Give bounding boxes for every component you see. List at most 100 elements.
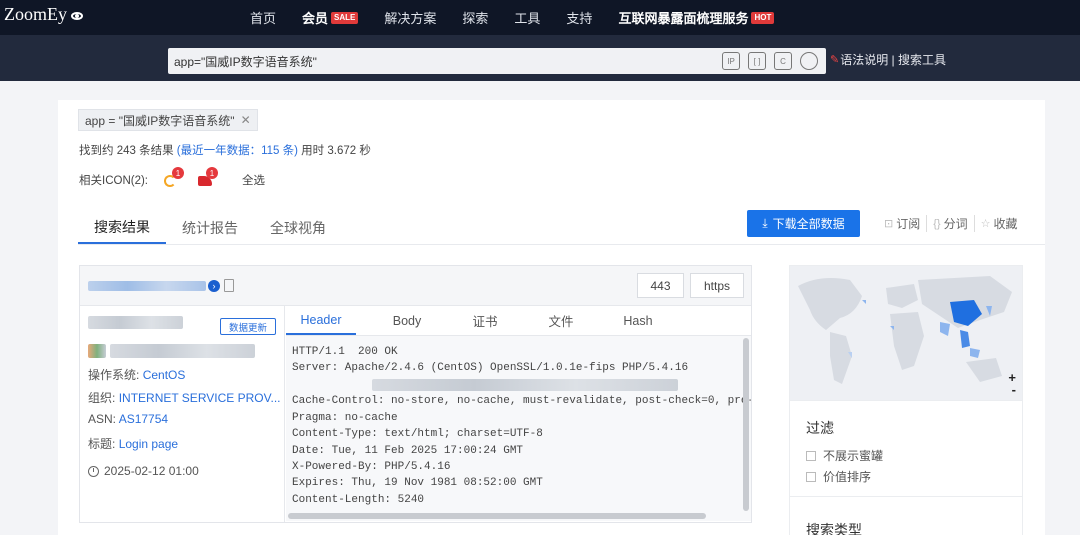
favicon-2-icon[interactable]: 1: [196, 167, 218, 188]
detail-tabs: Header Body 证书 文件 Hash: [286, 306, 751, 336]
org-value[interactable]: INTERNET SERVICE PROV...: [119, 391, 281, 405]
result-actions: ⊡ 订阅 {} 分词 ☆ 收藏: [878, 215, 1024, 232]
logo[interactable]: ZoomEy: [4, 4, 83, 25]
checkbox-icon: [806, 450, 816, 461]
header-content[interactable]: HTTP/1.1 200 OK Server: Apache/2.4.6 (Ce…: [286, 336, 751, 521]
search-box: IP [ ] C: [168, 48, 826, 74]
header-line: X-Powered-By: PHP/5.4.16: [292, 461, 451, 473]
asn-row: ASN: AS17754: [88, 412, 168, 426]
os-value[interactable]: CentOS: [143, 368, 186, 382]
tab-certificate[interactable]: 证书: [458, 306, 512, 335]
horizontal-scrollbar[interactable]: [288, 513, 706, 519]
tab-search-results[interactable]: 搜索结果: [78, 212, 166, 244]
title-value[interactable]: Login page: [119, 437, 178, 451]
tab-global-view[interactable]: 全球视角: [254, 212, 342, 244]
nav-exposure-service[interactable]: 互联网暴露面梳理服务 HOT: [618, 8, 775, 27]
port-badge[interactable]: 443: [637, 273, 684, 298]
nav-support[interactable]: 支持: [566, 8, 592, 27]
results-panel: app = "国威IP数字语音系统" ✕ 找到约 243 条结果 (最近一年数据…: [58, 100, 1045, 535]
help-links[interactable]: ✎ 语法说明 | 搜索工具: [830, 51, 946, 68]
nav-support-label: 支持: [566, 11, 593, 26]
org-row: 组织: INTERNET SERVICE PROV...: [88, 389, 281, 406]
world-map-svg: [798, 276, 1012, 384]
tab-files[interactable]: 文件: [512, 306, 610, 335]
favicon-1-icon[interactable]: 1: [162, 167, 184, 188]
redacted-ip[interactable]: [88, 281, 206, 291]
nav-membership[interactable]: 会员 SALE: [302, 8, 359, 27]
hide-honeypot-checkbox[interactable]: 不展示蜜罐: [806, 447, 883, 464]
zoom-out-button[interactable]: -: [1012, 382, 1016, 397]
download-label: 下载全部数据: [772, 217, 845, 231]
protocol-badge[interactable]: https: [690, 273, 744, 298]
pen-icon: ✎: [830, 54, 840, 66]
header-line: Pragma: no-cache: [292, 412, 398, 424]
download-all-button[interactable]: ⤓ 下载全部数据: [747, 210, 860, 237]
hide-honeypot-label: 不展示蜜罐: [823, 449, 884, 463]
value-sort-checkbox[interactable]: 价值排序: [806, 468, 871, 485]
results-summary: 找到约 243 条结果 (最近一年数据：115 条) 用时 3.672 秒: [79, 142, 371, 158]
search-icon[interactable]: [800, 52, 818, 70]
nav-tools[interactable]: 工具: [514, 8, 540, 27]
sale-badge: SALE: [331, 11, 359, 24]
tokenize-label: 分词: [943, 217, 968, 231]
filter-title: 过滤: [806, 420, 834, 436]
world-map[interactable]: + -: [790, 266, 1022, 400]
os-row: 操作系统: CentOS: [88, 366, 185, 383]
arrow-right-icon[interactable]: ›: [208, 280, 220, 292]
related-icons: 相关ICON(2): 1 1 全选: [79, 167, 265, 188]
tab-hash[interactable]: Hash: [610, 306, 666, 335]
redacted-location-text: [110, 344, 255, 358]
search-input[interactable]: [174, 54, 694, 68]
asn-value[interactable]: AS17754: [119, 412, 168, 426]
subscribe-button[interactable]: ⊡ 订阅: [878, 215, 928, 232]
header-line: Server: Apache/2.4.6 (CentOS) OpenSSL/1.…: [292, 362, 689, 374]
header-line: Date: Tue, 11 Feb 2025 17:00:24 GMT: [292, 445, 524, 457]
vertical-scrollbar[interactable]: [743, 338, 749, 511]
recent-results-link[interactable]: (最近一年数据：115 条): [177, 145, 298, 157]
hot-badge: HOT: [751, 11, 775, 24]
favicon-2-count: 1: [206, 167, 218, 179]
nav-home-label: 首页: [250, 11, 277, 26]
update-data-button[interactable]: 数据更新: [220, 318, 277, 335]
help-links-text: 语法说明 | 搜索工具: [840, 53, 947, 67]
clock-icon: [88, 465, 99, 477]
header-line: Expires: Thu, 19 Nov 1981 08:52:00 GMT: [292, 477, 543, 489]
download-icon: ⤓: [762, 216, 768, 230]
star-icon: ☆: [980, 218, 991, 230]
select-all-link[interactable]: 全选: [242, 172, 265, 188]
copy-icon[interactable]: [224, 279, 234, 292]
subscribe-icon: ⊡: [884, 218, 894, 230]
timestamp-value: 2025-02-12 01:00: [104, 464, 199, 478]
nav-explore[interactable]: 探索: [462, 8, 488, 27]
search-tools: IP [ ] C: [722, 52, 818, 70]
title-row: 标题: Login page: [88, 435, 178, 452]
result-card: › 443 https 数据更新 操作系统: CentOS 组织: INTERN…: [79, 265, 752, 523]
redacted-hostname: [88, 316, 183, 329]
tab-header[interactable]: Header: [286, 306, 356, 335]
favorite-label: 收藏: [993, 217, 1018, 231]
title-label: 标题:: [88, 437, 116, 451]
header-line: Content-Type: text/html; charset=UTF-8: [292, 428, 543, 440]
header-line: HTTP/1.1 200 OK: [292, 346, 398, 358]
favorite-button[interactable]: ☆ 收藏: [975, 215, 1024, 232]
ip-search-icon[interactable]: IP: [722, 52, 740, 70]
results-count: 找到约 243 条结果: [79, 145, 174, 157]
eye-icon: [71, 12, 83, 20]
braces-icon: {}: [933, 217, 941, 230]
tab-statistics[interactable]: 统计报告: [166, 212, 254, 244]
sidebar-divider: [790, 400, 1022, 401]
sidebar-divider: [790, 496, 1022, 497]
redacted-header-line: [372, 379, 678, 391]
timestamp: 2025-02-12 01:00: [88, 464, 199, 478]
nav-home[interactable]: 首页: [250, 8, 276, 27]
nav-exposure-label: 互联网暴露面梳理服务: [618, 11, 749, 26]
image-search-icon[interactable]: [ ]: [748, 52, 766, 70]
close-icon[interactable]: ✕: [241, 113, 251, 127]
nav-solutions[interactable]: 解决方案: [384, 8, 436, 27]
query-tag-text: app = "国威IP数字语音系统": [85, 113, 235, 128]
result-card-header: › 443 https: [80, 266, 751, 306]
cert-search-icon[interactable]: C: [774, 52, 792, 70]
tokenize-button[interactable]: {} 分词: [927, 215, 975, 232]
tab-body[interactable]: Body: [356, 306, 458, 335]
org-label: 组织:: [88, 391, 116, 405]
